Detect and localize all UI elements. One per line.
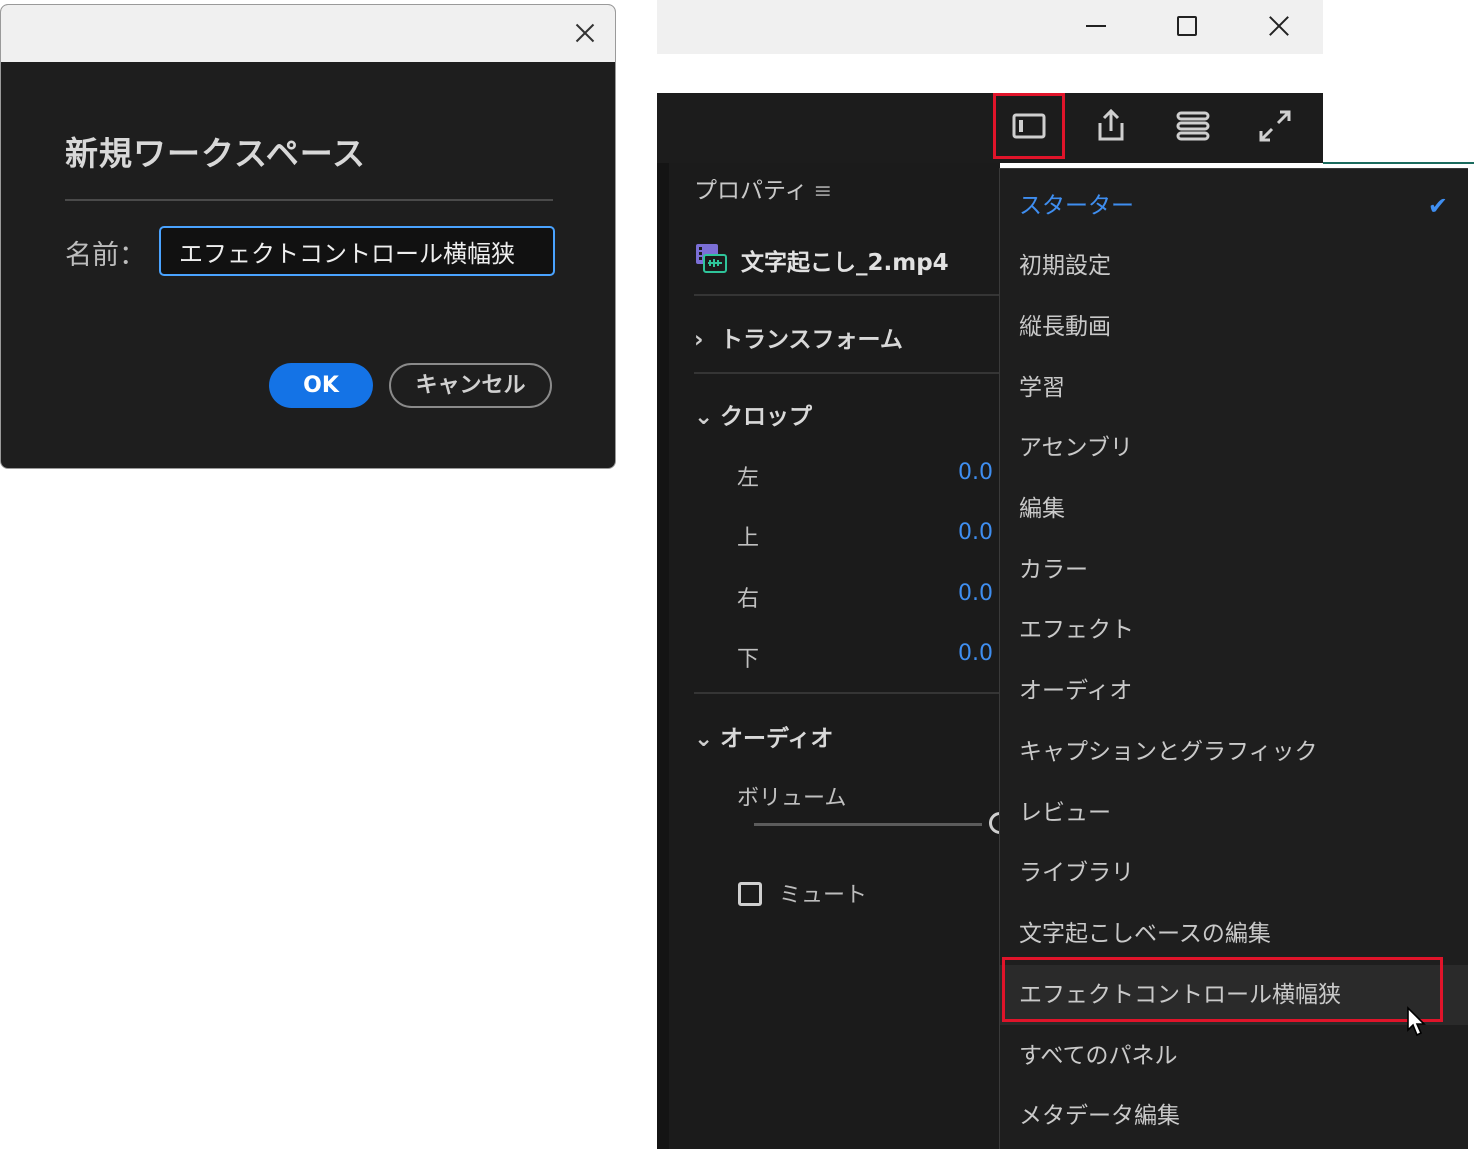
workspaces-icon: [1012, 113, 1046, 139]
menu-item-default[interactable]: 初期設定: [1000, 236, 1468, 296]
divider: [694, 294, 1000, 296]
crop-left-value[interactable]: 0.0: [958, 460, 993, 485]
menu-item-assembly[interactable]: アセンブリ: [1000, 418, 1468, 478]
menu-item-review[interactable]: レビュー: [1000, 783, 1468, 843]
crop-bottom-value[interactable]: 0.0: [958, 641, 993, 666]
crop-right-label: 右: [737, 587, 760, 612]
window-titlebar: [657, 0, 1323, 54]
chevron-down-icon: ⌄: [694, 726, 714, 752]
minimize-icon[interactable]: [1077, 6, 1117, 46]
section-crop[interactable]: ⌄ クロップ: [694, 397, 812, 431]
crop-bottom-label: 下: [737, 647, 760, 672]
menu-item-vertical-video[interactable]: 縦長動画: [1000, 297, 1468, 357]
menu-item-label: エフェクト: [1019, 617, 1134, 643]
menu-item-label: 縦長動画: [1019, 314, 1111, 340]
menu-item-label: 編集: [1019, 496, 1065, 522]
menu-item-label: メタデータ編集: [1019, 1103, 1180, 1129]
panel-menu-icon[interactable]: ≡: [814, 179, 832, 204]
menu-item-captions-graphics[interactable]: キャプションとグラフィック: [1000, 722, 1468, 782]
crop-top-label: 上: [737, 526, 760, 551]
section-transform[interactable]: › トランスフォーム: [694, 320, 903, 354]
menu-item-color[interactable]: カラー: [1000, 540, 1468, 600]
divider: [694, 692, 1000, 694]
share-button[interactable]: [1075, 93, 1147, 159]
menu-item-label: アセンブリ: [1019, 435, 1133, 461]
panel-edge: [657, 163, 669, 1149]
menu-item-editing[interactable]: 編集: [1000, 479, 1468, 539]
fullscreen-button[interactable]: [1239, 93, 1311, 159]
menu-item-starter[interactable]: スターター ✔: [1000, 176, 1468, 236]
video-clip-icon: [696, 244, 727, 273]
menu-item-libraries[interactable]: ライブラリ: [1000, 843, 1468, 903]
crop-right-value[interactable]: 0.0: [958, 581, 993, 606]
menu-item-audio[interactable]: オーディオ: [1000, 661, 1468, 721]
menu-item-label: 学習: [1019, 375, 1065, 401]
clip-name: 文字起こし_2.mp4: [741, 250, 949, 276]
app-toolbar: [657, 93, 1323, 163]
cancel-button[interactable]: キャンセル: [389, 363, 552, 408]
menu-item-label: 文字起こしベースの編集: [1019, 921, 1271, 947]
menu-item-label: エフェクトコントロール横幅狭: [1019, 982, 1341, 1008]
divider: [65, 199, 553, 201]
volume-slider-track[interactable]: [754, 823, 982, 826]
dialog-heading: 新規ワークスペース: [65, 134, 367, 173]
mute-checkbox[interactable]: [738, 882, 762, 906]
close-icon[interactable]: [569, 17, 601, 49]
menu-item-text-based-editing[interactable]: 文字起こしベースの編集: [1000, 904, 1468, 964]
fullscreen-icon: [1259, 110, 1291, 142]
menu-item-label: 初期設定: [1019, 253, 1111, 279]
close-icon[interactable]: [1259, 6, 1299, 46]
menu-item-label: キャプションとグラフィック: [1019, 739, 1318, 765]
menu-item-learning[interactable]: 学習: [1000, 358, 1468, 418]
properties-panel: プロパティ ≡ 文字起こし_2.mp4 › トランスフォーム ⌄ クロップ 左 0.0…: [657, 163, 1000, 1149]
workspace-name-input[interactable]: [159, 226, 555, 276]
section-transform-label: トランスフォーム: [720, 327, 903, 353]
menu-item-effects[interactable]: エフェクト: [1000, 600, 1468, 660]
dialog-titlebar: [1, 5, 615, 62]
chevron-down-icon: ⌄: [694, 404, 714, 430]
menu-item-label: ライブラリ: [1019, 860, 1134, 886]
maximize-icon[interactable]: [1167, 6, 1207, 46]
divider: [694, 372, 1000, 374]
menu-item-effect-controls-narrow[interactable]: エフェクトコントロール横幅狭: [1000, 965, 1468, 1025]
ok-button[interactable]: OK: [269, 363, 373, 408]
panels-button[interactable]: [1157, 93, 1229, 159]
section-crop-label: クロップ: [720, 404, 812, 430]
menu-item-metadata-editing[interactable]: メタデータ編集: [1000, 1086, 1468, 1146]
menu-item-all-panels[interactable]: すべてのパネル: [1000, 1026, 1468, 1086]
workspaces-button[interactable]: [993, 93, 1065, 159]
new-workspace-dialog: 新規ワークスペース 名前： OK キャンセル: [0, 4, 616, 469]
workspace-menu: スターター ✔ 初期設定 縦長動画 学習 アセンブリ 編集 カラー エフェクト …: [999, 168, 1468, 1149]
panel-title[interactable]: プロパティ ≡: [694, 171, 832, 205]
crop-left-label: 左: [737, 466, 760, 491]
share-icon: [1098, 108, 1124, 141]
name-label: 名前：: [65, 240, 146, 271]
section-audio[interactable]: ⌄ オーディオ: [694, 719, 833, 753]
mute-label: ミュート: [779, 883, 868, 908]
panels-icon: [1176, 111, 1210, 141]
menu-item-label: スターター: [1019, 193, 1134, 219]
mouse-cursor-icon: [1407, 1006, 1426, 1037]
menu-item-label: レビュー: [1019, 800, 1111, 826]
crop-top-value[interactable]: 0.0: [958, 520, 993, 545]
volume-label: ボリューム: [737, 786, 847, 811]
menu-item-label: オーディオ: [1019, 678, 1133, 704]
window-border: [1323, 162, 1474, 164]
section-audio-label: オーディオ: [720, 726, 834, 752]
checkmark-icon: ✔: [1427, 192, 1448, 220]
chevron-right-icon: ›: [694, 327, 704, 353]
menu-item-label: すべてのパネル: [1019, 1043, 1178, 1069]
panel-title-label: プロパティ: [694, 178, 808, 204]
menu-item-label: カラー: [1019, 557, 1088, 583]
